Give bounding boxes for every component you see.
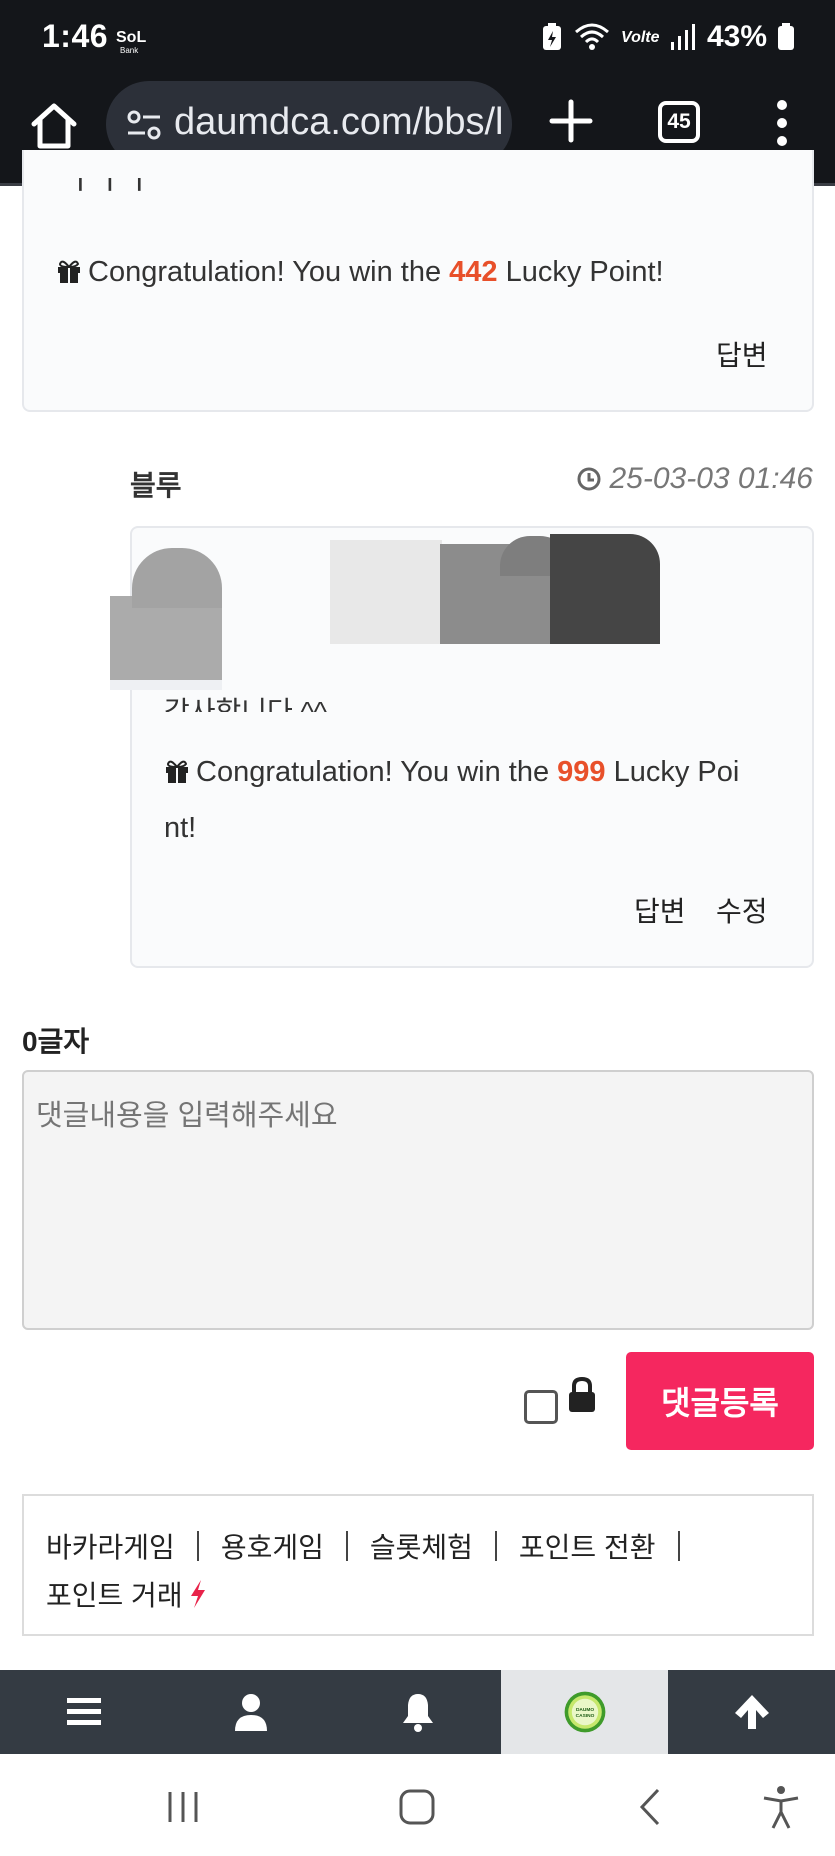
comment-partial-text: ㄱㄱㄱ [58, 178, 147, 202]
link-point-exchange[interactable]: 포인트 전환 [519, 1526, 656, 1566]
timestamp-text: 25-03-03 01:46 [609, 462, 814, 495]
lucky-points: 442 [449, 256, 498, 288]
gift-icon [166, 760, 188, 783]
home-icon[interactable] [28, 100, 80, 152]
new-tab-icon[interactable] [546, 96, 596, 146]
lucky-suffix: Lucky Poi [605, 756, 740, 788]
more-vert-icon[interactable] [770, 98, 794, 148]
casino-logo: DAUMO CASINO [564, 1691, 605, 1733]
android-nav-bar [0, 1754, 835, 1856]
link-dragon-tiger[interactable]: 용호게임 [221, 1526, 324, 1566]
comment-input[interactable] [22, 1070, 814, 1330]
separator [677, 1531, 680, 1561]
lucky-suffix: Lucky Point! [497, 256, 664, 288]
link-slot[interactable]: 슬롯체험 [370, 1526, 473, 1566]
back-icon[interactable] [626, 1782, 676, 1832]
comment-partial-text: 감사합니다 ^^ [164, 696, 327, 712]
gift-icon [58, 260, 80, 283]
edit-button[interactable]: 수정 [716, 890, 768, 930]
submit-comment-button[interactable]: 댓글등록 [626, 1352, 814, 1450]
battery-percent: 43% [706, 20, 767, 53]
lucky-prefix: Congratulation! You win the [88, 256, 450, 288]
svg-text:Bank: Bank [120, 46, 139, 55]
site-settings-icon[interactable] [126, 107, 162, 143]
comment-author: 블루 [130, 470, 182, 501]
footer-links: 바카라게임 용호게임 슬롯체험 포인트 전환 포인트 거래 [22, 1494, 814, 1636]
site-bottom-nav: DAUMO CASINO [0, 1670, 835, 1754]
nav-user[interactable] [167, 1670, 334, 1754]
lucky-point-message: Congratulation! You win the 442 Lucky Po… [56, 256, 664, 289]
signal-icon [670, 24, 695, 50]
home-nav-icon[interactable] [392, 1782, 442, 1832]
status-time: 1:46 [42, 18, 109, 54]
menu-icon [66, 1698, 101, 1725]
url-text[interactable]: daumdca.com/bbs/l [174, 101, 504, 144]
char-count: 0글자 [22, 1026, 90, 1057]
link-baccarat[interactable]: 바카라게임 [46, 1526, 175, 1566]
tab-switcher-button[interactable]: 45 [658, 101, 700, 143]
reply-button[interactable]: 답변 [634, 890, 686, 930]
separator [345, 1531, 348, 1561]
arrow-up-icon [734, 1695, 769, 1729]
comment-timestamp: 25-03-03 01:46 [576, 462, 814, 496]
lock-icon [569, 1376, 595, 1412]
reply-button[interactable]: 답변 [716, 334, 768, 374]
footer-links-row: 포인트 거래 [46, 1574, 207, 1614]
battery-icon [778, 23, 794, 50]
svg-text:SoL: SoL [116, 29, 146, 46]
sol-bank-icon: SoL Bank [116, 29, 146, 55]
separator [494, 1531, 497, 1561]
svg-text:CASINO: CASINO [575, 1713, 594, 1719]
lucky-point-message: Congratulation! You win the 999 Lucky Po… [164, 756, 739, 789]
nav-casino[interactable]: DAUMO CASINO [501, 1670, 668, 1754]
nav-notifications[interactable] [334, 1670, 501, 1754]
lucky-prefix: Congratulation! You win the [196, 756, 558, 788]
clock-icon [577, 467, 600, 491]
footer-links-row: 바카라게임 용호게임 슬롯체험 포인트 전환 [46, 1526, 702, 1566]
battery-saver-icon [542, 23, 561, 50]
link-point-trade[interactable]: 포인트 거래 [46, 1574, 183, 1614]
user-icon [234, 1694, 267, 1731]
bolt-icon [190, 1580, 205, 1608]
status-icons: Volte 43% [541, 20, 795, 54]
nav-scroll-top[interactable] [668, 1670, 835, 1754]
separator [196, 1531, 199, 1561]
svg-text:Volte: Volte [621, 29, 659, 46]
nav-menu[interactable] [0, 1670, 167, 1754]
volte-icon: Volte [621, 29, 659, 46]
secret-checkbox[interactable] [524, 1390, 558, 1424]
status-bar: 1:46 SoL Bank Volte 43% [0, 0, 835, 76]
bell-icon [402, 1694, 433, 1732]
lucky-points: 999 [557, 756, 606, 788]
svg-text:DAUMO: DAUMO [575, 1707, 593, 1713]
accessibility-icon[interactable] [756, 1782, 806, 1832]
recent-apps-icon[interactable] [158, 1782, 208, 1832]
lucky-point-wrap: nt! [164, 812, 197, 844]
wifi-icon [574, 23, 609, 50]
